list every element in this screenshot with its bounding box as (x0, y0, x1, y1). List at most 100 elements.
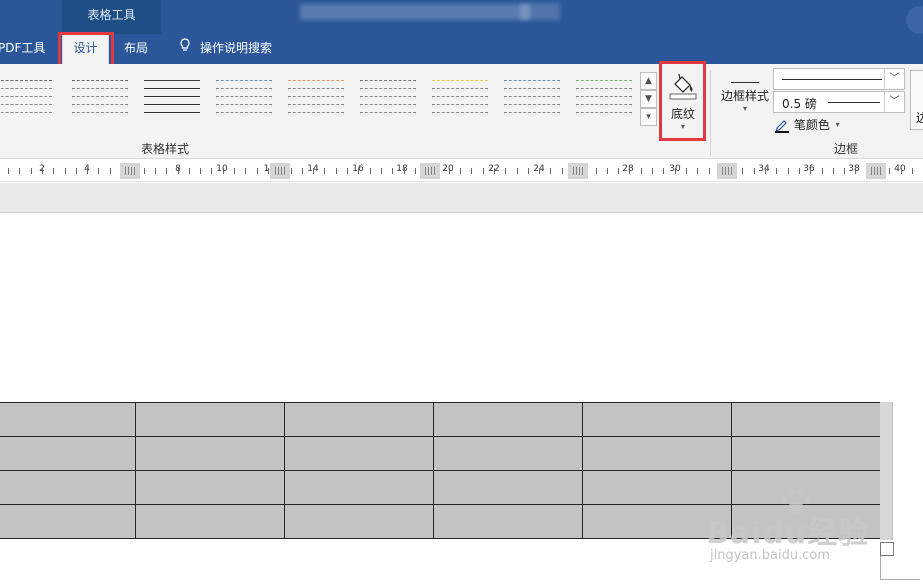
ruler-tick (641, 168, 642, 174)
tab-layout[interactable]: 布局 (124, 34, 148, 64)
table-tools-context-label: 表格工具 (62, 0, 161, 34)
tab-pdf-tools[interactable]: PDF工具 (0, 34, 45, 64)
ruler-tick (663, 168, 664, 174)
chevron-down-icon: ▾ (835, 120, 840, 129)
table-row[interactable] (0, 402, 881, 437)
table-style-thumbnail[interactable] (144, 78, 200, 118)
table-style-thumbnail[interactable] (72, 78, 128, 118)
avatar[interactable] (906, 6, 923, 34)
ruler-tick (765, 168, 766, 174)
table-style-thumbnail[interactable] (504, 78, 560, 118)
table-style-thumbnail[interactable] (432, 78, 488, 118)
table-cell[interactable] (0, 504, 136, 539)
table-row[interactable] (0, 504, 881, 539)
table-cell[interactable] (582, 402, 732, 437)
table-cell[interactable] (135, 470, 285, 505)
thumbnail-row (288, 104, 344, 105)
shading-button[interactable]: 底纹 ▾ (664, 68, 702, 131)
ruler-tick (833, 168, 834, 174)
table-cell[interactable] (433, 470, 583, 505)
table-cell[interactable] (433, 504, 583, 539)
ruler-tick (517, 168, 518, 174)
pen-color-button[interactable]: 笔颜色 ▾ (774, 116, 840, 134)
column-boundary-marker[interactable] (120, 163, 140, 179)
table-cell[interactable] (284, 470, 434, 505)
thumbnail-row (144, 96, 200, 97)
ruler-label: 38 (848, 164, 860, 174)
line-style-preview (782, 79, 882, 80)
thumbnail-row (504, 104, 560, 105)
column-boundary-marker[interactable] (420, 163, 440, 179)
ruler-tick (53, 168, 54, 174)
ruler-tick (313, 168, 314, 174)
ruler-tick (110, 168, 111, 174)
table-cell[interactable] (284, 402, 434, 437)
line-weight-value: 0.5 磅 (782, 97, 817, 111)
gallery-down-button[interactable]: ▼ (640, 90, 657, 108)
border-styles-button[interactable]: 边框样式 ▾ (717, 68, 773, 130)
table-cell[interactable] (582, 470, 732, 505)
chevron-down-icon: ▾ (742, 104, 747, 113)
table-cell[interactable] (582, 436, 732, 471)
table-cell[interactable] (284, 436, 434, 471)
table-cell[interactable] (582, 504, 732, 539)
table-resize-handle[interactable] (880, 542, 894, 556)
thumbnail-row (144, 88, 200, 89)
chevron-down-icon: ﹀ (884, 92, 904, 112)
line-weight-dropdown[interactable]: 0.5 磅 ﹀ (773, 91, 905, 113)
ruler-tick (629, 168, 630, 174)
ruler-tick (370, 168, 371, 174)
column-boundary-marker[interactable] (866, 163, 886, 179)
ruler-label: 10 (216, 164, 228, 174)
gallery-up-button[interactable]: ▲ (640, 72, 657, 90)
table-style-thumbnail[interactable] (0, 78, 52, 118)
column-boundary-marker[interactable] (717, 163, 737, 179)
table-cell[interactable] (731, 470, 881, 505)
line-style-dropdown[interactable]: ﹀ (773, 68, 905, 90)
ruler-tick (449, 168, 450, 174)
table-style-thumbnail[interactable] (576, 78, 632, 118)
border-painter-button[interactable]: 边 (910, 70, 923, 130)
ruler-tick (742, 168, 743, 174)
table-cell[interactable] (731, 436, 881, 471)
table-cell[interactable] (0, 470, 136, 505)
table-cell[interactable] (0, 436, 136, 471)
thumbnail-row (216, 88, 272, 89)
column-boundary-marker[interactable] (568, 163, 588, 179)
table-cell[interactable] (135, 402, 285, 437)
table-cell[interactable] (135, 504, 285, 539)
table-style-thumbnail[interactable] (216, 78, 272, 118)
paint-bucket-icon (664, 70, 702, 103)
table-cell[interactable] (433, 402, 583, 437)
line-weight-preview (828, 102, 880, 103)
table-style-thumbnail[interactable] (288, 78, 344, 118)
table-style-thumbnail[interactable] (360, 78, 416, 118)
ruler-tick (912, 168, 913, 174)
table-cell[interactable] (135, 436, 285, 471)
table-row[interactable] (0, 470, 881, 505)
thumbnail-row (216, 80, 272, 81)
table-cell[interactable] (731, 504, 881, 539)
table-cell[interactable] (0, 402, 136, 437)
thumbnail-row (576, 96, 632, 97)
ruler-tick (268, 168, 269, 174)
thumbnail-row (432, 112, 488, 113)
gallery-more-button[interactable]: ▾ (640, 108, 657, 126)
thumbnail-row (504, 88, 560, 89)
tell-me-search[interactable]: 操作说明搜索 (176, 34, 272, 64)
ribbon-tab-bar: PDF工具 设计 布局 操作说明搜索 (0, 34, 923, 66)
table-cell[interactable] (731, 402, 881, 437)
ruler-label: 40 (894, 164, 906, 174)
ruler-tick (652, 168, 653, 174)
ruler-tick (697, 168, 698, 174)
thumbnail-row (432, 88, 488, 89)
table-cell[interactable] (284, 504, 434, 539)
group-label-table-styles: 表格样式 (140, 142, 189, 156)
column-boundary-marker[interactable] (270, 163, 290, 179)
table-row[interactable] (0, 436, 881, 471)
document-table[interactable] (0, 402, 881, 539)
table-cell[interactable] (433, 436, 583, 471)
horizontal-ruler[interactable]: 248101:141618202224283034363840 (0, 160, 923, 182)
ruler-tick (155, 168, 156, 174)
tab-design[interactable]: 设计 (62, 34, 109, 66)
